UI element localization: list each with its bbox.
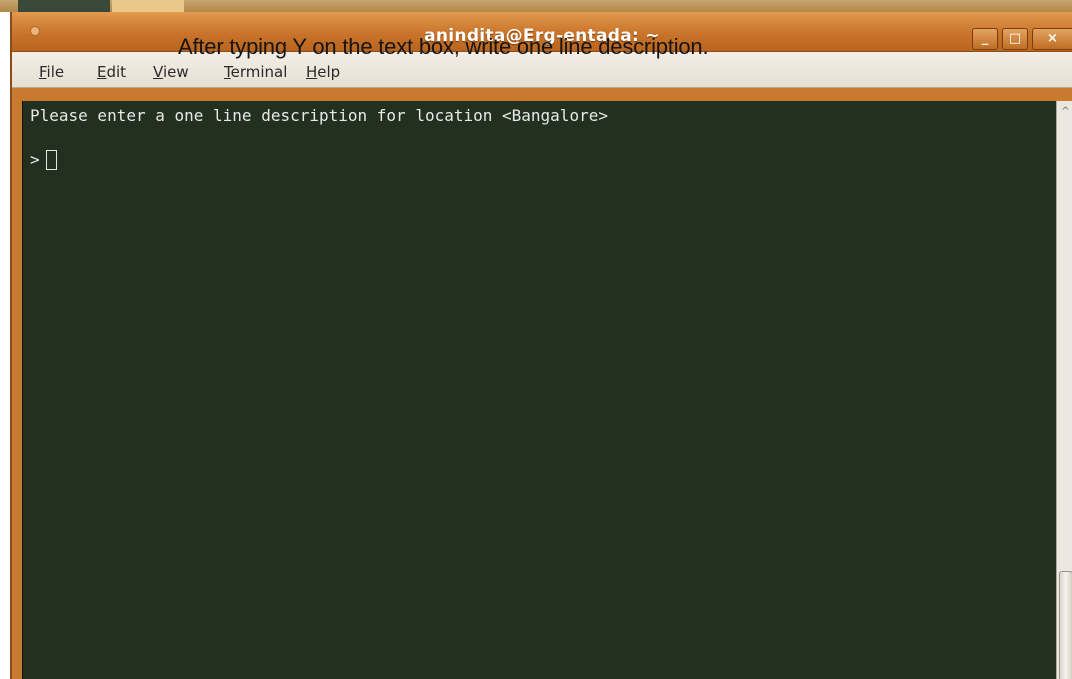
desktop-window-tab[interactable]	[18, 0, 110, 12]
vertical-scrollbar[interactable]: ^	[1056, 101, 1072, 679]
instruction-caption: After typing Y on the text box, write on…	[178, 34, 709, 59]
terminal-line: Please enter a one line description for …	[30, 106, 608, 125]
menu-terminal[interactable]: Terminal	[224, 63, 287, 81]
menu-view-mnemonic: V	[153, 63, 163, 81]
scrollbar-thumb[interactable]	[1059, 571, 1072, 679]
menu-view-label: iew	[162, 63, 189, 81]
menu-help-mnemonic: H	[306, 63, 318, 81]
desktop-panel-strip	[0, 0, 1072, 12]
desktop-window-tab-highlight[interactable]	[112, 0, 184, 12]
menu-terminal-label: erminal	[230, 63, 288, 81]
screen: anindita@Erg-entada: ~ _ □ × File Edit V…	[0, 0, 1072, 679]
prompt-line[interactable]: >	[30, 149, 1048, 171]
minimize-button[interactable]: _	[972, 28, 998, 50]
prompt-symbol: >	[30, 150, 40, 169]
terminal-content: Please enter a one line description for …	[30, 105, 1048, 171]
menu-help[interactable]: Help	[306, 63, 340, 81]
chevron-up-icon[interactable]: ^	[1060, 107, 1071, 117]
menu-edit[interactable]: Edit	[97, 63, 126, 81]
cursor-block	[45, 150, 57, 170]
maximize-button[interactable]: □	[1002, 28, 1028, 50]
menu-help-label: elp	[317, 63, 341, 81]
menu-edit-label: dit	[106, 63, 127, 81]
close-button[interactable]: ×	[1032, 28, 1072, 50]
menu-file-mnemonic: F	[39, 63, 47, 81]
menu-file[interactable]: File	[39, 63, 64, 81]
menu-terminal-mnemonic: T	[224, 63, 231, 81]
menu-view[interactable]: View	[153, 63, 189, 81]
terminal-output-area[interactable]: Please enter a one line description for …	[22, 101, 1068, 679]
menu-file-label: ile	[46, 63, 65, 81]
terminal-window: anindita@Erg-entada: ~ _ □ × File Edit V…	[10, 12, 1072, 679]
